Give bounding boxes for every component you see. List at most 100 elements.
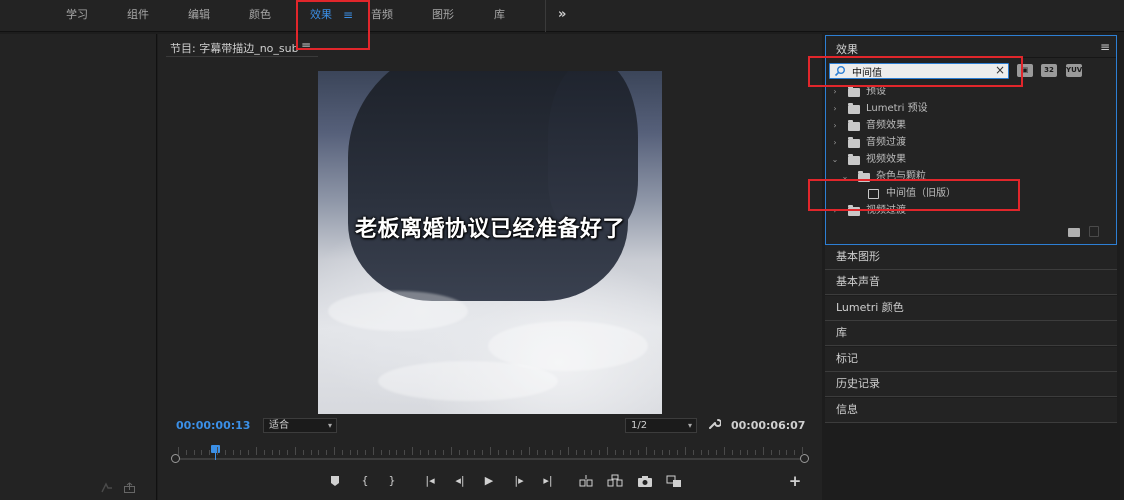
add-marker-icon[interactable] bbox=[326, 474, 344, 488]
folder-icon bbox=[848, 120, 860, 131]
ruler-tick bbox=[770, 450, 772, 455]
ruler-tick bbox=[193, 450, 195, 455]
panel-essential-sound[interactable]: 基本声音 bbox=[825, 270, 1117, 295]
ruler-tick bbox=[794, 450, 796, 455]
in-handle[interactable] bbox=[171, 454, 180, 463]
ruler-tick bbox=[263, 450, 265, 455]
tree-item-audio-effects[interactable]: › 音频效果 bbox=[826, 118, 1116, 134]
panel-info[interactable]: 信息 bbox=[825, 398, 1117, 423]
zoom-level-select[interactable]: 适合 ▾ bbox=[263, 418, 337, 433]
ruler-tick bbox=[451, 447, 452, 455]
compare-view-icon[interactable] bbox=[665, 474, 683, 488]
workspace-tab-libraries[interactable]: 库 bbox=[494, 0, 505, 32]
timeline-ruler[interactable] bbox=[171, 442, 809, 464]
ruler-tick bbox=[724, 447, 725, 455]
ruler-tick bbox=[256, 447, 257, 455]
extract-icon[interactable] bbox=[606, 474, 624, 488]
trash-icon[interactable] bbox=[1089, 226, 1099, 237]
duration-timecode: 00:00:06:07 bbox=[731, 419, 806, 432]
ruler-tick bbox=[466, 450, 468, 455]
ruler-tick bbox=[435, 450, 437, 455]
effects-panel-title[interactable]: 效果 bbox=[836, 41, 858, 57]
out-handle[interactable] bbox=[800, 454, 809, 463]
resolution-select[interactable]: 1/2 ▾ bbox=[625, 418, 697, 433]
workspace-tab-editing[interactable]: 编辑 bbox=[188, 0, 210, 32]
ruler-tick bbox=[490, 447, 491, 455]
chevron-right-icon[interactable]: › bbox=[830, 118, 840, 134]
folder-icon bbox=[848, 137, 860, 148]
mark-out-button[interactable]: } bbox=[383, 474, 401, 488]
annotation-box-effects-tab bbox=[296, 0, 370, 50]
ruler-tick bbox=[700, 450, 702, 455]
ruler-tick bbox=[802, 447, 803, 455]
ruler-tick bbox=[201, 450, 203, 455]
video-frame[interactable]: 老板离婚协议已经准备好了 bbox=[318, 71, 662, 414]
ruler-tick bbox=[677, 450, 679, 455]
ruler-tick bbox=[373, 447, 374, 455]
ruler-tick bbox=[544, 450, 546, 455]
chevron-down-icon[interactable]: ⌄ bbox=[830, 152, 840, 168]
ruler-tick bbox=[536, 450, 538, 455]
ruler-tick bbox=[318, 450, 320, 455]
share-icon[interactable] bbox=[123, 482, 137, 494]
more-workspaces-icon[interactable]: » bbox=[558, 0, 566, 32]
workspace-tab-color[interactable]: 颜色 bbox=[249, 0, 271, 32]
32bit-effects-icon[interactable]: 32 bbox=[1041, 64, 1057, 77]
tree-item-label: 音频过渡 bbox=[866, 137, 906, 148]
new-bin-icon[interactable] bbox=[1068, 228, 1080, 237]
ruler-tick bbox=[646, 447, 647, 455]
step-back-icon[interactable]: ◂| bbox=[451, 474, 469, 488]
effects-panel-menu-icon[interactable]: ≡ bbox=[1100, 40, 1110, 54]
ruler-tick bbox=[708, 450, 710, 455]
workspace-tab-graphics[interactable]: 图形 bbox=[432, 0, 454, 32]
chevron-right-icon[interactable]: › bbox=[830, 101, 840, 117]
ruler-tick bbox=[521, 450, 523, 455]
video-figure-arm bbox=[548, 71, 638, 231]
panel-libraries[interactable]: 库 bbox=[825, 321, 1117, 346]
lift-icon[interactable] bbox=[577, 474, 595, 488]
mark-in-button[interactable]: { bbox=[356, 474, 374, 488]
panel-lumetri-color[interactable]: Lumetri 颜色 bbox=[825, 296, 1117, 321]
workspace-tab-learn[interactable]: 学习 bbox=[66, 0, 88, 32]
ruler-tick bbox=[497, 450, 499, 455]
wrench-icon[interactable] bbox=[708, 417, 721, 430]
add-button-icon[interactable]: + bbox=[786, 474, 804, 489]
export-frame-icon[interactable] bbox=[100, 482, 114, 494]
source-panel bbox=[0, 34, 157, 500]
workspace-tab-assembly[interactable]: 组件 bbox=[127, 0, 149, 32]
ruler-tick bbox=[295, 447, 296, 455]
panel-markers[interactable]: 标记 bbox=[825, 347, 1117, 372]
ruler-tick bbox=[178, 447, 179, 455]
play-icon[interactable]: ▶ bbox=[480, 474, 498, 488]
ruler-tick bbox=[568, 447, 569, 455]
ruler-tick bbox=[443, 450, 445, 455]
go-to-in-button[interactable]: |◂ bbox=[421, 474, 439, 488]
tree-item-video-effects[interactable]: ⌄ 视频效果 bbox=[826, 152, 1116, 168]
ruler-tick bbox=[240, 450, 242, 455]
ruler-tick bbox=[599, 450, 601, 455]
current-timecode[interactable]: 00:00:00:13 bbox=[176, 419, 250, 432]
ruler-tick bbox=[427, 450, 429, 455]
ruler-tick bbox=[747, 450, 749, 455]
go-to-out-button[interactable]: ▸| bbox=[539, 474, 557, 488]
ruler-tick bbox=[388, 450, 390, 455]
panel-essential-graphics[interactable]: 基本图形 bbox=[825, 245, 1117, 270]
annotation-box-search bbox=[808, 56, 1023, 87]
ruler-tick bbox=[669, 450, 671, 455]
panel-history[interactable]: 历史记录 bbox=[825, 372, 1117, 397]
camera-icon[interactable] bbox=[636, 474, 654, 488]
yuv-effects-icon[interactable]: YUV bbox=[1066, 64, 1082, 77]
ruler-tick bbox=[396, 450, 398, 455]
workspace-tab-audio[interactable]: 音频 bbox=[371, 0, 393, 32]
ruler-tick bbox=[731, 450, 733, 455]
tree-item-lumetri-presets[interactable]: › Lumetri 预设 bbox=[826, 101, 1116, 117]
program-monitor-title[interactable]: 节目: 字幕带描边_no_sub bbox=[170, 40, 299, 56]
panel-tab-underline bbox=[166, 56, 318, 57]
ruler-tick bbox=[232, 450, 234, 455]
tree-item-audio-transitions[interactable]: › 音频过渡 bbox=[826, 135, 1116, 151]
ruler-tick bbox=[302, 450, 304, 455]
video-sheet-fold bbox=[328, 291, 468, 331]
step-forward-icon[interactable]: |▸ bbox=[510, 474, 528, 488]
chevron-right-icon[interactable]: › bbox=[830, 135, 840, 151]
ruler-tick bbox=[357, 450, 359, 455]
